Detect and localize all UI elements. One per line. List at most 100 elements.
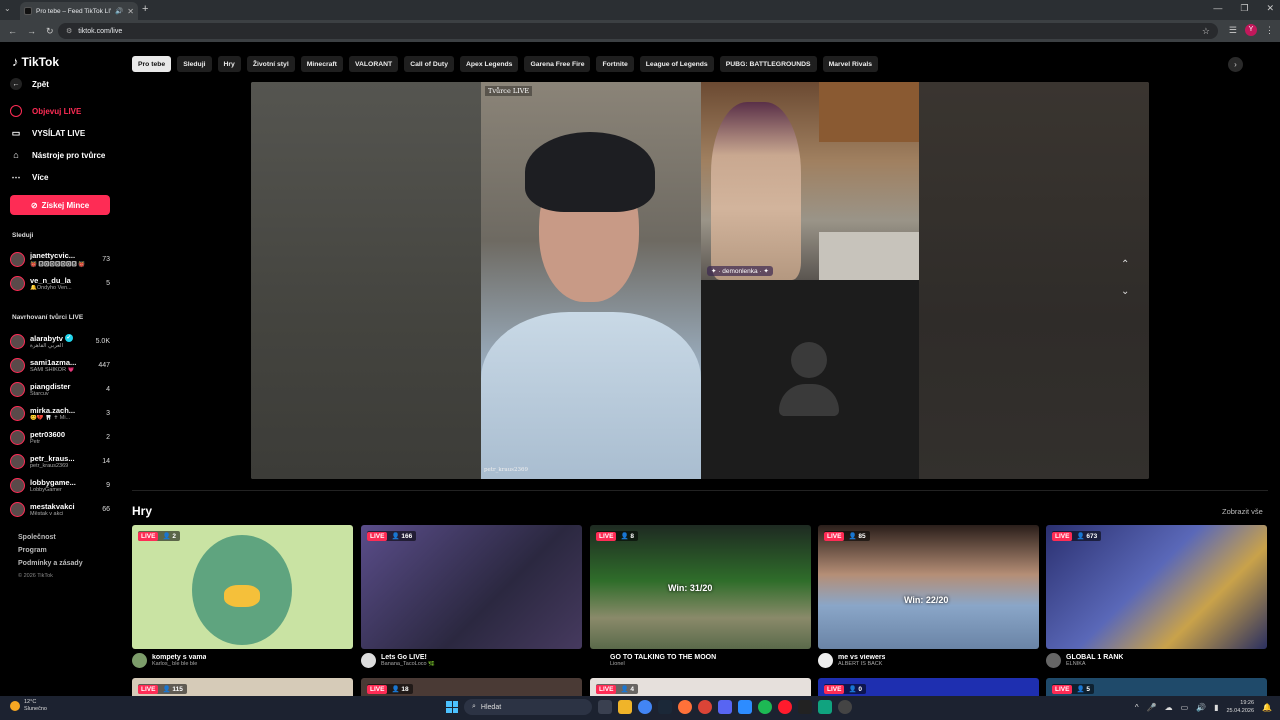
nav-creator-tools[interactable]: ⌂ Nástroje pro tvůrce xyxy=(10,149,120,161)
suggested-item[interactable]: alarabytv ✓ العربي القاهرة 5.0K xyxy=(10,330,110,352)
site-info-icon[interactable]: ⚙ xyxy=(66,27,72,35)
microphone-icon[interactable]: 🎤 xyxy=(1147,703,1157,712)
pill-marvel-rivals[interactable]: Marvel Rivals xyxy=(822,56,879,72)
nav-label: Nástroje pro tvůrce xyxy=(32,150,106,160)
live-label: LIVE xyxy=(367,531,388,541)
chevron-right-icon[interactable]: › xyxy=(1228,57,1243,72)
extensions-icon[interactable]: ☰ xyxy=(1229,25,1237,36)
reload-icon[interactable]: ↻ xyxy=(46,26,54,37)
notification-icon[interactable]: 🔔 xyxy=(1262,703,1272,712)
suggested-item[interactable]: lobbygame... LobbyGamer 9 xyxy=(10,474,110,496)
live-card[interactable]: LIVE 👤 0 xyxy=(818,678,1039,696)
browser-icon[interactable] xyxy=(698,700,712,714)
live-card[interactable]: LIVE 👤 5 xyxy=(1046,678,1267,696)
viewer-count: 👤 115 xyxy=(162,686,183,693)
profile-avatar[interactable]: Y xyxy=(1245,24,1257,36)
window-close-icon[interactable]: ✕ xyxy=(1266,3,1274,14)
volume-icon[interactable]: 🔊 xyxy=(1196,703,1206,712)
coin-icon: ⊘ xyxy=(30,200,38,210)
live-card[interactable]: LIVE 👤 115 xyxy=(132,678,353,696)
live-card[interactable]: LIVE 👤 2 kompety s vama Karlos_ ble ble bl… xyxy=(132,525,353,668)
file-explorer-icon[interactable] xyxy=(618,700,632,714)
tiktok-logo[interactable]: ♪ TikTok xyxy=(12,54,59,69)
opera-icon[interactable] xyxy=(778,700,792,714)
forward-icon[interactable]: → xyxy=(27,26,36,37)
app-green-icon[interactable] xyxy=(818,700,832,714)
bookmark-star-icon[interactable]: ☆ xyxy=(1202,26,1210,37)
tab-search-icon[interactable]: ⌄ xyxy=(4,4,11,13)
settings-icon[interactable] xyxy=(838,700,852,714)
pill-fortnite[interactable]: Fortnite xyxy=(596,56,634,72)
windows-start-icon[interactable] xyxy=(446,701,458,713)
pill-league-of-legends[interactable]: League of Legends xyxy=(639,56,714,72)
live-card[interactable]: LIVE 👤 4 xyxy=(590,678,811,696)
footer-link-company[interactable]: Společnost xyxy=(18,534,83,541)
card-creator: Banana_TacoLoco 🌿 xyxy=(381,661,435,667)
network-icon[interactable]: ▭ xyxy=(1181,703,1189,712)
live-card[interactable]: LIVE 👤 166 Lets Go LIVE! Banana_TacoLoco 🌿 xyxy=(361,525,582,668)
url-text: tiktok.com/live xyxy=(78,27,123,35)
pill-free-fire[interactable]: Garena Free Fire xyxy=(524,56,591,72)
pill-call-of-duty[interactable]: Call of Duty xyxy=(404,56,454,72)
following-item[interactable]: ve_n_du_la 🔔Ondyho Ven... 5 xyxy=(10,272,110,294)
task-view-icon[interactable] xyxy=(598,700,612,714)
discord-icon[interactable] xyxy=(718,700,732,714)
weather-widget[interactable]: 12°C Slunečno xyxy=(10,699,47,713)
speaker-icon[interactable]: 🔊 xyxy=(115,7,123,15)
suggested-item[interactable]: mestakvakci Městak v akci 66 xyxy=(10,498,110,520)
spotify-icon[interactable] xyxy=(758,700,772,714)
nav-go-live[interactable]: ▭ VYSÍLAT LIVE xyxy=(10,127,120,139)
browser-tab[interactable]: Pro tebe – Feed TikTok LIVE 🔊 ✕ xyxy=(20,2,138,20)
close-tab-icon[interactable]: ✕ xyxy=(127,7,134,16)
live-card[interactable]: LIVE 👤 673 GLOBAL 1 RANK ELNIKA xyxy=(1046,525,1267,668)
suggested-item[interactable]: piangdister Starcuv 4 xyxy=(10,378,110,400)
live-card[interactable]: Win: 22/20 LIVE 👤 85 me vs viewers ALBERT … xyxy=(818,525,1039,668)
suggested-item[interactable]: petr03600 Petr 2 xyxy=(10,426,110,448)
pill-games[interactable]: Hry xyxy=(217,56,241,72)
back-icon[interactable]: ← xyxy=(8,26,17,37)
chrome-icon[interactable] xyxy=(638,700,652,714)
pill-following[interactable]: Sleduji xyxy=(177,56,212,72)
live-player[interactable]: Tvůrce LIVE petr_kraus2369 ✦ · demonlenk… xyxy=(251,82,1149,479)
get-coins-button[interactable]: ⊘ Získej Mince xyxy=(10,195,110,215)
footer-link-terms[interactable]: Podmínky a zásady xyxy=(18,560,83,567)
new-tab-icon[interactable]: + xyxy=(142,3,148,15)
steam-icon[interactable] xyxy=(658,700,672,714)
chevron-down-icon[interactable]: ⌄ xyxy=(1121,286,1129,297)
minimize-icon[interactable]: — xyxy=(1213,3,1222,14)
pill-lifestyle[interactable]: Životní styl xyxy=(246,56,295,72)
capcut-icon[interactable] xyxy=(798,700,812,714)
maximize-icon[interactable]: ❐ xyxy=(1240,3,1248,14)
chevron-up-icon[interactable]: ⌃ xyxy=(1121,259,1129,270)
firefox-icon[interactable] xyxy=(678,700,692,714)
url-field[interactable]: ⚙ tiktok.com/live ☆ xyxy=(58,23,1218,39)
pill-minecraft[interactable]: Minecraft xyxy=(300,56,343,72)
live-card[interactable]: LIVE 👤 18 xyxy=(361,678,582,696)
footer-link-program[interactable]: Program xyxy=(18,547,83,554)
suggested-item[interactable]: mirka.zach... 😊💔 🦷 ✝ Mi... 3 xyxy=(10,402,110,424)
nav-more[interactable]: ⋯ Více xyxy=(10,171,120,183)
account-name: piangdister xyxy=(30,381,71,391)
suggested-item[interactable]: petr_kraus... petr_kraus2369 14 xyxy=(10,450,110,472)
nav-explore-live[interactable]: Objevuj LIVE xyxy=(10,105,120,117)
suggested-item[interactable]: sami1azma... SAMI SHIKOR 💗 447 xyxy=(10,354,110,376)
following-item[interactable]: janettycvic... 👹 🅱🅾🅾🅱🅾🅾🅱 👹 73 xyxy=(10,248,110,270)
pill-apex-legends[interactable]: Apex Legends xyxy=(459,56,519,72)
clock[interactable]: 19:26 25.04.2026 xyxy=(1227,699,1255,715)
taskbar-search[interactable]: ⌕ Hledat xyxy=(464,699,592,715)
live-label: LIVE xyxy=(367,684,388,694)
pill-valorant[interactable]: VALORANT xyxy=(348,56,399,72)
tab-title: Pro tebe – Feed TikTok LIVE xyxy=(36,7,112,15)
live-card[interactable]: Win: 31/20 LIVE 👤 8 GO TO TALKING TO THE … xyxy=(590,525,811,668)
battery-icon[interactable]: ▮ xyxy=(1214,703,1218,712)
pill-pubg[interactable]: PUBG: BATTLEGROUNDS xyxy=(719,56,817,72)
browser-menu-icon[interactable]: ⋮ xyxy=(1265,25,1274,36)
host-hoodie xyxy=(481,312,701,479)
pill-for-you[interactable]: Pro tebe xyxy=(132,56,172,72)
account-sub: 🔔Ondyho Ven... xyxy=(30,284,72,291)
chevron-up-icon[interactable]: ^ xyxy=(1135,703,1139,712)
see-all-link[interactable]: Zobrazit vše xyxy=(1222,507,1263,516)
back-link[interactable]: ← Zpět xyxy=(10,78,120,90)
cloud-icon[interactable]: ☁ xyxy=(1165,703,1173,712)
app-icon[interactable] xyxy=(738,700,752,714)
